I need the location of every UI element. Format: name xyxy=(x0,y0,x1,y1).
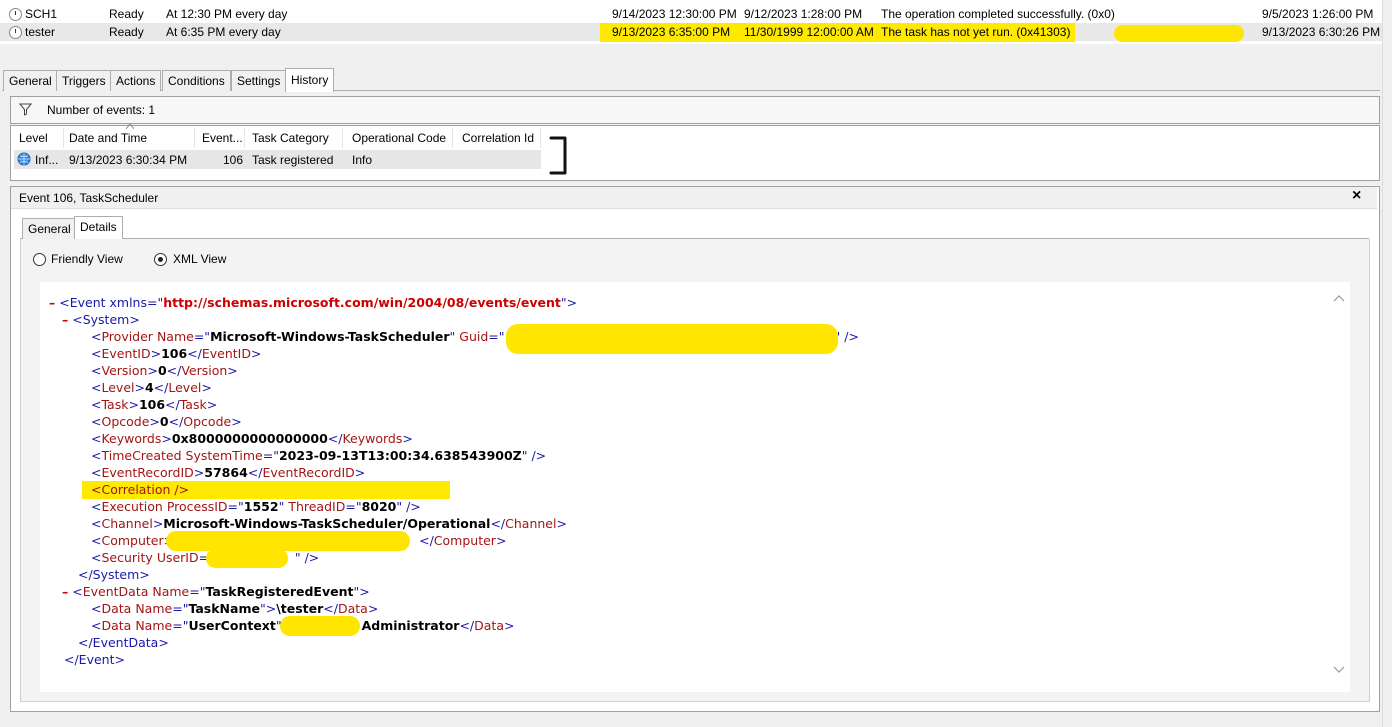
column-date-time[interactable]: Date and Time xyxy=(63,128,195,148)
column-level[interactable]: Level xyxy=(13,128,64,148)
xml-execution: <Execution ProcessID="1552" ThreadID="80… xyxy=(91,499,421,514)
filter-icon[interactable] xyxy=(19,103,32,116)
splitter[interactable] xyxy=(0,44,1382,66)
collapse-toggle[interactable]: – xyxy=(62,312,68,327)
redaction-mark xyxy=(280,616,360,636)
event-detail-header: Event 106, TaskScheduler × xyxy=(11,187,1377,209)
task-row[interactable]: SCH1 Ready At 12:30 PM every day 9/14/20… xyxy=(0,5,1382,23)
close-icon[interactable]: × xyxy=(1352,187,1361,205)
xml-opcode: <Opcode>0</Opcode> xyxy=(91,414,242,429)
tab-settings[interactable]: Settings xyxy=(231,70,287,91)
event-detail-title: Event 106, TaskScheduler xyxy=(19,191,159,205)
tab-history[interactable]: History xyxy=(285,68,335,92)
task-next-run: 9/14/2023 12:30:00 PM xyxy=(612,7,737,21)
task-last-run: 9/12/2023 1:28:00 PM xyxy=(744,7,863,21)
event-level: Inf... xyxy=(35,153,59,167)
scroll-up-icon[interactable] xyxy=(1333,294,1345,302)
subtab-general[interactable]: General xyxy=(22,218,77,239)
event-id: 106 xyxy=(223,153,244,167)
collapse-toggle[interactable]: – xyxy=(49,295,55,310)
task-name: tester xyxy=(25,25,56,39)
tab-general[interactable]: General xyxy=(3,70,58,91)
column-operational-code[interactable]: Operational Code xyxy=(346,128,453,148)
redaction-mark xyxy=(1114,25,1244,42)
xml-view: – <Event xmlns="http://schemas.microsoft… xyxy=(40,282,1350,692)
xml-task: <Task>106</Task> xyxy=(91,397,218,412)
task-status: Ready xyxy=(109,7,144,21)
task-trigger: At 12:30 PM every day xyxy=(166,7,288,21)
scroll-down-icon[interactable] xyxy=(1333,666,1345,674)
bracket-annotation xyxy=(549,136,567,175)
xml-channel: <Channel>Microsoft-Windows-TaskScheduler… xyxy=(91,516,567,531)
event-datetime: 9/13/2023 6:30:34 PM xyxy=(69,153,188,167)
window-scrollbar[interactable] xyxy=(1382,0,1392,727)
history-filter-bar: Number of events: 1 xyxy=(10,96,1380,124)
task-list: SCH1 Ready At 12:30 PM every day 9/14/20… xyxy=(0,0,1392,44)
sort-arrow-icon xyxy=(126,124,134,129)
redaction-mark xyxy=(506,324,838,354)
xml-recordid: <EventRecordID>57864</EventRecordID> xyxy=(91,465,366,480)
event-category: Task registered xyxy=(252,153,334,167)
xml-eventid: <EventID>106</EventID> xyxy=(91,346,262,361)
xml-correlation: <Correlation /> xyxy=(91,482,190,497)
xml-level: <Level>4</Level> xyxy=(91,380,212,395)
xml-eventdata-close: </EventData> xyxy=(78,635,169,650)
xml-eventdata-open: – <EventData Name="TaskRegisteredEvent"> xyxy=(62,584,370,599)
xml-timecreated: <TimeCreated SystemTime="2023-09-13T13:0… xyxy=(91,448,547,463)
info-globe-icon xyxy=(17,152,31,166)
task-created: 9/5/2023 1:26:00 PM xyxy=(1262,7,1374,21)
xml-scrollbar[interactable] xyxy=(1328,282,1350,692)
xml-version: <Version>0</Version> xyxy=(91,363,238,378)
column-correlation-id[interactable]: Correlation Id xyxy=(456,128,541,148)
event-count-label: Number of events: 1 xyxy=(47,103,156,117)
task-next-run: 9/13/2023 6:35:00 PM xyxy=(612,25,731,39)
task-status: Ready xyxy=(109,25,144,39)
xml-data-taskname: <Data Name="TaskName">\tester</Data> xyxy=(91,601,379,616)
xml-view-radio[interactable] xyxy=(154,253,167,266)
tab-conditions[interactable]: Conditions xyxy=(162,70,231,91)
task-result: The operation completed successfully. (0… xyxy=(881,7,1115,21)
xml-system-close: </System> xyxy=(78,567,150,582)
clock-icon xyxy=(9,26,22,39)
collapse-toggle[interactable]: – xyxy=(62,584,68,599)
xml-event-open: – <Event xmlns="http://schemas.microsoft… xyxy=(49,295,578,310)
task-name: SCH1 xyxy=(25,7,58,21)
friendly-view-radio[interactable] xyxy=(33,253,46,266)
tab-triggers[interactable]: Triggers xyxy=(56,70,112,91)
column-task-category[interactable]: Task Category xyxy=(246,128,343,148)
history-row[interactable]: Inf... 9/13/2023 6:30:34 PM 106 Task reg… xyxy=(14,150,541,169)
task-row-selected[interactable]: tester Ready At 6:35 PM every day 9/13/2… xyxy=(0,23,1382,42)
clock-icon xyxy=(9,8,22,21)
event-opcode: Info xyxy=(352,153,373,167)
tab-actions[interactable]: Actions xyxy=(110,70,162,91)
redaction-mark xyxy=(166,531,410,551)
task-created: 9/13/2023 6:30:26 PM xyxy=(1262,25,1381,39)
task-result: The task has not yet run. (0x41303) xyxy=(881,25,1071,39)
task-last-run: 11/30/1999 12:00:00 AM xyxy=(744,25,874,39)
xml-view-label: XML View xyxy=(173,252,227,266)
column-event-id[interactable]: Event... xyxy=(196,128,245,148)
xml-keywords: <Keywords>0x8000000000000000</Keywords> xyxy=(91,431,413,446)
task-trigger: At 6:35 PM every day xyxy=(166,25,281,39)
friendly-view-label: Friendly View xyxy=(51,252,123,266)
xml-event-close: </Event> xyxy=(64,652,125,667)
redaction-mark xyxy=(206,549,288,568)
xml-system-open: – <System> xyxy=(62,312,140,327)
subtab-details[interactable]: Details xyxy=(74,216,123,239)
